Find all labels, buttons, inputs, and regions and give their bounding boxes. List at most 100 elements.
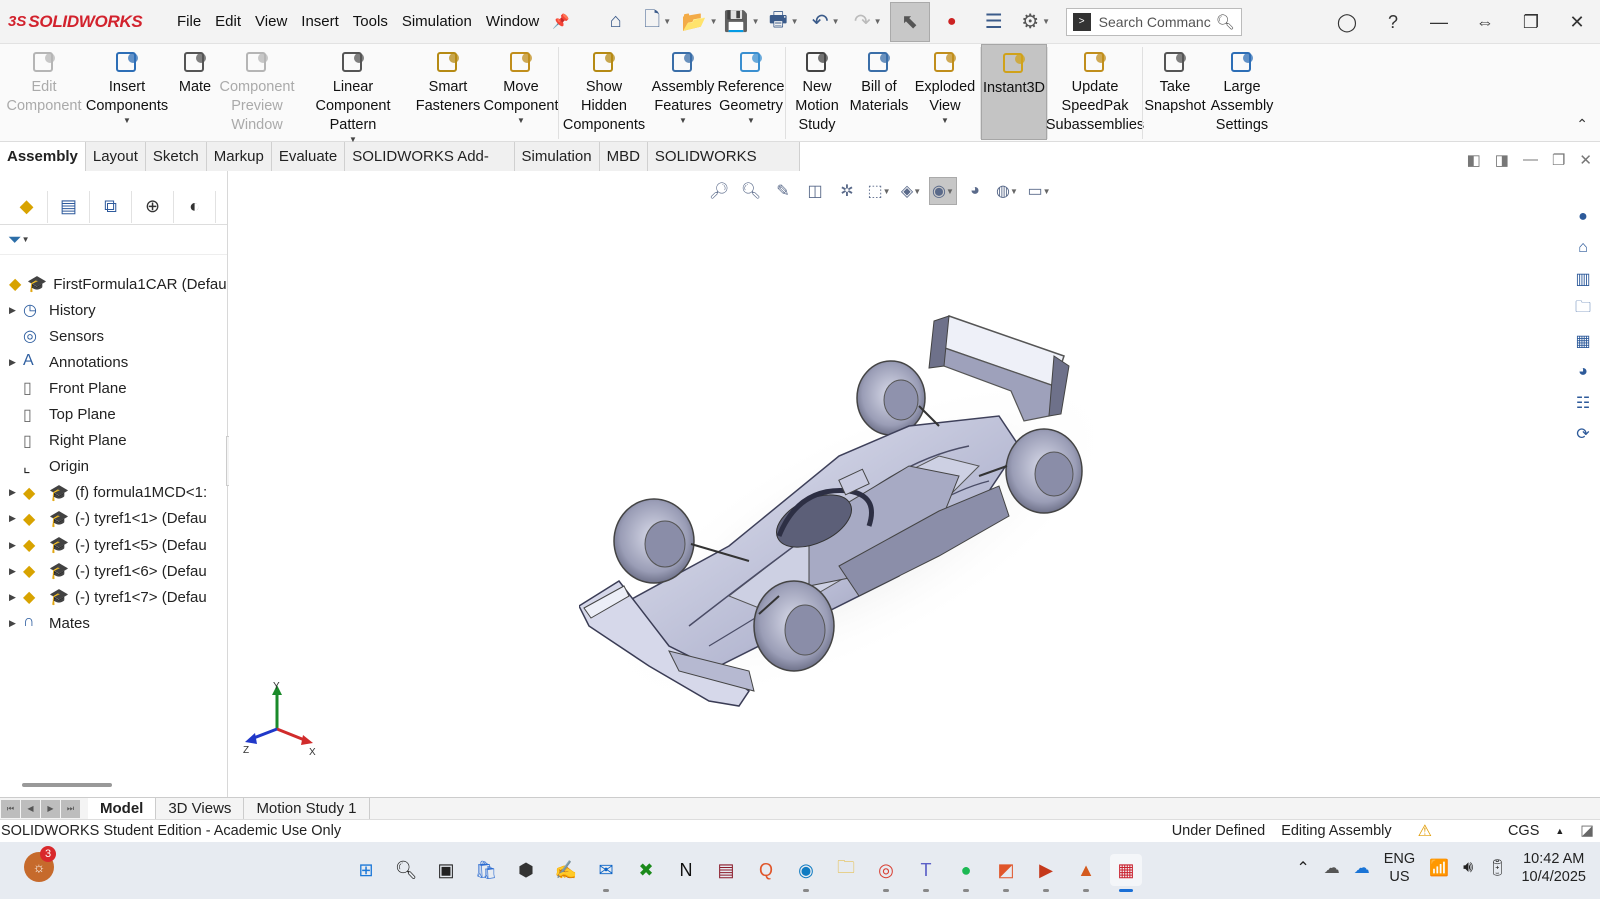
ribbon-snapshot-button[interactable]: Take Snapshot xyxy=(1143,44,1207,140)
menu-file[interactable]: File xyxy=(170,13,208,30)
menu-view[interactable]: View xyxy=(248,13,294,30)
zoom-to-area-icon[interactable]: 🔍︎ xyxy=(737,177,765,205)
minimize-button[interactable]: — xyxy=(1416,0,1462,44)
solidworks-taskbar-icon[interactable]: ▦ xyxy=(1110,854,1142,892)
3d-app-icon[interactable]: ⬢ xyxy=(510,854,542,886)
rebuild-warning-icon[interactable]: ⚠ xyxy=(1418,821,1432,841)
tab-nav-last-icon[interactable]: ⏭ xyxy=(61,799,80,818)
tree-item-sensors[interactable]: ◎ Sensors xyxy=(0,323,226,349)
expand-arrow-icon[interactable]: ▶ xyxy=(9,487,23,498)
ribbon-exploded-view-button[interactable]: Exploded View ▼ xyxy=(910,44,980,140)
wifi-icon[interactable]: 📶 xyxy=(1429,858,1449,878)
store-icon[interactable]: 🛍 xyxy=(470,854,502,886)
dropdown-arrow-icon[interactable]: ▼ xyxy=(517,116,525,126)
file-explorer-taskbar-icon[interactable]: 🗀 xyxy=(830,854,862,886)
tab-nav-prev-icon[interactable]: ◀ xyxy=(21,799,40,818)
file-properties-icon[interactable]: ☰ xyxy=(974,2,1014,42)
pen-app-icon[interactable]: ✍ xyxy=(550,854,582,886)
viewport-close-button[interactable]: ✕ xyxy=(1579,151,1592,169)
edit-appearance-icon[interactable]: ◕ xyxy=(961,177,989,205)
help-icon[interactable]: ? xyxy=(1370,0,1416,44)
pin-icon[interactable]: 📌 xyxy=(552,13,569,30)
section-view-icon[interactable]: ◫ xyxy=(801,177,829,205)
expand-arrow-icon[interactable]: ▶ xyxy=(9,357,23,368)
print-icon[interactable]: 🖶 ▼ xyxy=(764,2,804,42)
configuration-manager-tab-icon[interactable]: ⧉ xyxy=(90,190,132,223)
ribbon-large-assembly-button[interactable]: Large Assembly Settings xyxy=(1207,44,1277,140)
matlab-icon[interactable]: ▲ xyxy=(1070,854,1102,892)
3d-views-tab[interactable]: 3D Views xyxy=(156,797,245,820)
tree-item-part[interactable]: ▶ ◆ 🎓 (-) tyref1<5> (Defau xyxy=(0,532,226,558)
close-button[interactable]: ✕ xyxy=(1554,0,1600,44)
viewport-restore-button[interactable]: ❐ xyxy=(1552,151,1565,169)
tab-assembly[interactable]: Assembly xyxy=(0,142,86,171)
user-account-icon[interactable]: ◯ xyxy=(1324,0,1370,44)
battery-icon[interactable]: 🔋︎ xyxy=(1487,858,1507,878)
save-icon[interactable]: 💾 ▼ xyxy=(722,2,762,42)
undo-icon[interactable]: ↶ ▼ xyxy=(806,2,846,42)
spotify-icon[interactable]: ● xyxy=(950,854,982,892)
view-palette-icon[interactable]: ▦ xyxy=(1569,327,1597,354)
tab-nav-first-icon[interactable]: ⏮ xyxy=(1,799,20,818)
rebuild-icon[interactable]: ● xyxy=(932,2,972,42)
viewport-tile-left-icon[interactable]: ◧ xyxy=(1467,151,1481,169)
view-orientation-icon[interactable]: ⬚ ▼ xyxy=(865,177,893,205)
redo-icon[interactable]: ↷ ▼ xyxy=(848,2,888,42)
expand-arrow-icon[interactable]: ▶ xyxy=(9,618,23,629)
search-icon[interactable]: 🔍︎ xyxy=(1216,13,1235,31)
display-style-icon[interactable]: ◈ ▼ xyxy=(897,177,925,205)
edge-icon[interactable]: ◉ xyxy=(790,854,822,892)
graphics-area[interactable]: ◧ ◨ — ❐ ✕ 🔎︎ 🔍︎ ✎ ◫ ✲ ⬚ ▼ ◈ ▼ ◉ ▼ ◕ ◍ ▼ ▭ ▼ ●… xyxy=(229,151,1600,797)
expand-arrow-icon[interactable]: ▶ xyxy=(9,305,23,316)
dropdown-arrow-icon[interactable]: ▼ xyxy=(679,116,687,126)
notion-icon[interactable]: N xyxy=(670,854,702,886)
start-icon[interactable]: ⊞ xyxy=(350,854,382,886)
ribbon-mate-button[interactable]: Mate xyxy=(170,44,220,140)
viewport-minimize-button[interactable]: — xyxy=(1523,151,1538,169)
tree-item-part[interactable]: ▶ ◆ 🎓 (-) tyref1<6> (Defau xyxy=(0,558,226,584)
taskbar-search-icon[interactable]: 🔍︎ xyxy=(390,854,422,886)
media-app-icon[interactable]: ▤ xyxy=(710,854,742,886)
office-icon[interactable]: ◩ xyxy=(990,854,1022,892)
clock[interactable]: 10:42 AM 10/4/2025 xyxy=(1521,850,1586,886)
expand-arrow-icon[interactable]: ▶ xyxy=(9,592,23,603)
tree-item-root[interactable]: ◆ 🎓 FirstFormula1CAR (Defau xyxy=(0,271,226,297)
tree-item-part[interactable]: ▶ ◆ 🎓 (f) formula1MCD<1: xyxy=(0,480,226,506)
model-tab[interactable]: Model xyxy=(88,797,157,820)
menu-window[interactable]: Window xyxy=(479,13,546,30)
q-app-icon[interactable]: Q xyxy=(750,854,782,886)
cloud-error-icon[interactable]: ☁ xyxy=(1324,858,1340,878)
outlook-icon[interactable]: ✉ xyxy=(590,854,622,892)
language-indicator[interactable]: ENG US xyxy=(1384,850,1415,886)
tree-item-history[interactable]: ▶ ◷ History xyxy=(0,297,226,323)
tab-solidworks-add-ins[interactable]: SOLIDWORKS Add-Ins xyxy=(345,142,515,194)
tree-item-plane[interactable]: ▯ Front Plane xyxy=(0,375,226,401)
ribbon-edit-component-button[interactable]: Edit Component xyxy=(4,44,84,140)
dynamic-annotation-icon[interactable]: ✲ xyxy=(833,177,861,205)
previous-view-icon[interactable]: ✎ xyxy=(769,177,797,205)
ribbon-speedpak-button[interactable]: Update SpeedPak Subassemblies xyxy=(1046,44,1144,140)
custom-properties-icon[interactable]: ☷ xyxy=(1569,389,1597,416)
teams-icon[interactable]: T xyxy=(910,854,942,892)
ribbon-move-component-button[interactable]: Move Component ▼ xyxy=(484,44,558,140)
tree-item-part[interactable]: ▶ ◆ 🎓 (-) tyref1<7> (Defau xyxy=(0,584,226,610)
tab-evaluate[interactable]: Evaluate xyxy=(271,142,346,171)
open-icon[interactable]: 📂 ▼ xyxy=(680,2,720,42)
display-manager-tab-icon[interactable]: ◐ xyxy=(174,190,216,223)
view-settings-icon[interactable]: ▭ ▼ xyxy=(1025,177,1053,205)
expand-arrow-icon[interactable]: ▶ xyxy=(9,513,23,524)
hide-show-items-icon[interactable]: ◉ ▼ xyxy=(929,177,957,205)
new-document-icon[interactable]: 🗋 ▼ xyxy=(638,2,678,42)
dropdown-arrow-icon[interactable]: ▼ xyxy=(941,116,949,126)
viewport-tile-right-icon[interactable]: ◨ xyxy=(1495,151,1509,169)
solidworks-forum-icon[interactable]: ⟳ xyxy=(1569,420,1597,447)
motion-study-tab[interactable]: Motion Study 1 xyxy=(244,797,370,820)
tab-markup[interactable]: Markup xyxy=(206,142,272,171)
ribbon-smart-fasteners-button[interactable]: Smart Fasteners xyxy=(412,44,484,140)
tree-item-plane[interactable]: ▯ Right Plane xyxy=(0,428,226,454)
tree-item-mates[interactable]: ▶ ∩ Mates xyxy=(0,610,226,636)
chrome-icon[interactable]: ◎ xyxy=(870,854,902,892)
tree-item-origin[interactable]: ⌞ Origin xyxy=(0,454,226,480)
collapse-ribbon-icon[interactable]: ⌃ xyxy=(1576,116,1588,133)
formula1-car-model[interactable] xyxy=(579,296,1119,716)
